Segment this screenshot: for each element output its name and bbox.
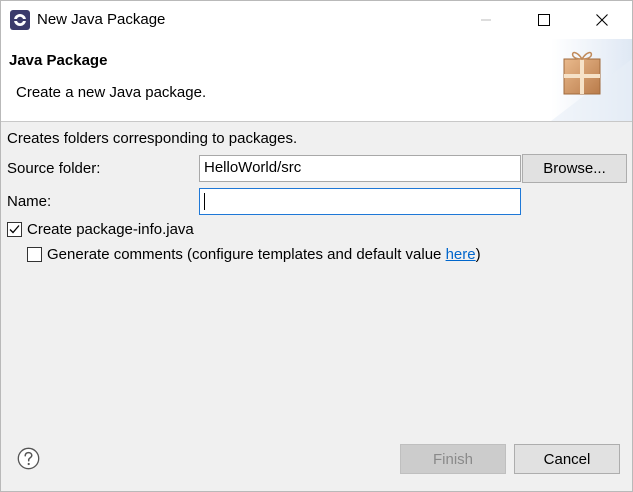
dialog-window: New Java Package Java Package Create a n… [0, 0, 633, 492]
minimize-button[interactable] [457, 1, 515, 39]
help-button[interactable] [17, 447, 40, 470]
source-folder-field[interactable]: HelloWorld/src [199, 155, 521, 182]
name-label: Name: [7, 193, 52, 210]
close-icon [596, 14, 608, 26]
generate-comments-suffix: ) [475, 246, 481, 263]
generate-comments-checkbox[interactable] [27, 247, 42, 262]
close-button[interactable] [573, 1, 631, 39]
generate-comments-label: Generate comments (configure templates a… [47, 246, 481, 263]
generate-comments-text: Generate comments (configure templates a… [47, 246, 446, 263]
form-area: Creates folders corresponding to package… [1, 123, 632, 423]
package-icon [551, 39, 632, 121]
name-field[interactable] [199, 188, 521, 215]
page-title: Java Package [9, 52, 108, 69]
source-folder-label: Source folder: [7, 160, 101, 177]
configure-templates-link[interactable]: here [446, 246, 476, 263]
minimize-icon [481, 19, 491, 21]
create-package-info-label: Create package-info.java [27, 221, 194, 238]
create-package-info-checkbox[interactable] [7, 222, 22, 237]
title-bar: New Java Package [1, 1, 632, 39]
info-message: Creates folders corresponding to package… [7, 130, 298, 147]
text-caret [204, 192, 205, 210]
cancel-button[interactable]: Cancel [514, 444, 620, 474]
page-description: Create a new Java package. [16, 84, 207, 101]
finish-button[interactable]: Finish [400, 444, 506, 474]
eclipse-icon [10, 10, 30, 30]
browse-button[interactable]: Browse... [522, 154, 627, 183]
maximize-button[interactable] [515, 1, 573, 39]
package-banner [551, 39, 632, 121]
wizard-header: Java Package Create a new Java package. [1, 39, 632, 122]
checkmark-icon [9, 225, 20, 234]
maximize-icon [538, 14, 550, 26]
source-folder-value: HelloWorld/src [204, 159, 302, 176]
help-icon [17, 447, 40, 470]
window-title: New Java Package [37, 11, 166, 28]
